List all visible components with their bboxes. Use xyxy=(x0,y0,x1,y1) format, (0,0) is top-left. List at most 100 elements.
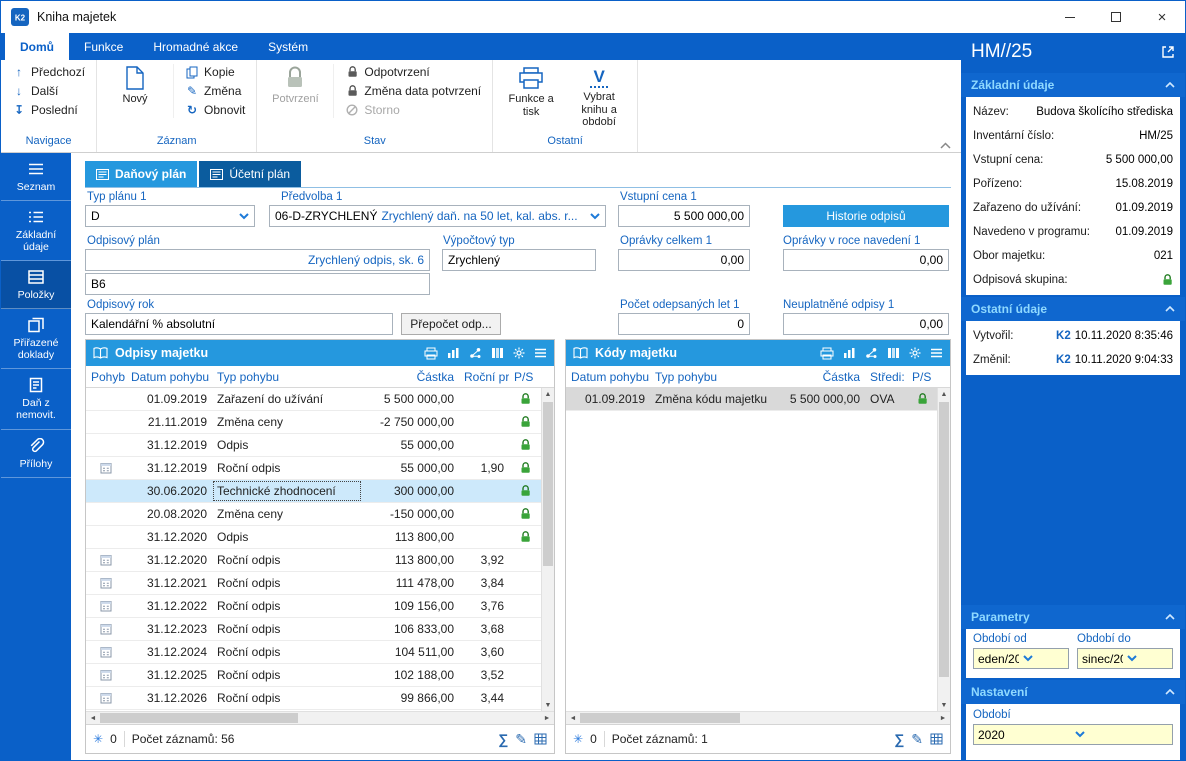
chevron-down-icon[interactable] xyxy=(590,212,600,220)
odpisovy-plan-name-field[interactable]: Zrychlený odpis, sk. 6 xyxy=(85,249,430,271)
scroll-right-icon[interactable]: ► xyxy=(936,715,950,722)
obdobi-select[interactable]: 2020 xyxy=(973,724,1173,745)
kody-horizontal-scrollbar[interactable]: ◄ ► xyxy=(566,711,950,724)
odpisy-table-row[interactable]: 21.11.2019 Změna ceny -2 750 000,00 xyxy=(86,411,541,434)
sidebar-item-dan-z-nemovit[interactable]: Daň z nemovit. xyxy=(1,369,71,430)
scrollbar-thumb[interactable] xyxy=(543,402,553,567)
predchozi-button[interactable]: ↑ Předchozí xyxy=(9,64,88,80)
expand-panel-icon[interactable] xyxy=(1161,45,1175,59)
obnovit-button[interactable]: ↻ Obnovit xyxy=(182,102,248,118)
col-datum-pohybu[interactable]: Datum pohybu xyxy=(126,366,212,387)
typ-planu-select[interactable]: D xyxy=(85,205,255,227)
columns-icon[interactable] xyxy=(887,347,900,359)
historie-odpisu-button[interactable]: Historie odpisů xyxy=(783,205,949,227)
posledni-button[interactable]: ↧ Poslední xyxy=(9,102,88,118)
scroll-down-icon[interactable]: ▼ xyxy=(542,699,554,711)
col-ps[interactable]: P/S xyxy=(509,366,541,387)
scrollbar-thumb[interactable] xyxy=(939,402,949,678)
section-parametry[interactable]: Parametry xyxy=(961,605,1185,629)
odpisy-table-row[interactable]: 31.12.2019 Roční odpis 55 000,00 1,90 xyxy=(86,457,541,480)
scroll-left-icon[interactable]: ◄ xyxy=(566,715,580,722)
zmena-data-potvrzeni-button[interactable]: Změna data potvrzení xyxy=(342,83,484,99)
opravky-navedeni-field[interactable]: 0,00 xyxy=(783,249,949,271)
obdobi-od-select[interactable]: eden/2020 xyxy=(973,648,1069,669)
chevron-down-icon[interactable] xyxy=(1023,655,1064,662)
scroll-down-icon[interactable]: ▼ xyxy=(938,699,950,711)
odpisy-table-row[interactable]: 31.12.2020 Odpis 113 800,00 xyxy=(86,526,541,549)
tab-system[interactable]: Systém xyxy=(253,33,323,60)
tab-funkce[interactable]: Funkce xyxy=(69,33,138,60)
odpisy-table-row[interactable]: 31.12.2024 Roční odpis 104 511,00 3,60 xyxy=(86,641,541,664)
scroll-up-icon[interactable]: ▲ xyxy=(542,388,554,400)
sidebar-item-prirazene-doklady[interactable]: Přiřazené doklady xyxy=(1,309,71,370)
tab-domu[interactable]: Domů xyxy=(5,33,69,60)
odpisy-horizontal-scrollbar[interactable]: ◄ ► xyxy=(86,711,554,724)
maximize-button[interactable] xyxy=(1093,1,1139,33)
pivot-icon[interactable] xyxy=(469,347,482,359)
sum-icon[interactable]: ∑ xyxy=(498,731,508,747)
chevron-down-icon[interactable] xyxy=(239,212,249,220)
col-pohyb[interactable]: Pohyb xyxy=(86,366,126,387)
settings-icon[interactable] xyxy=(513,347,525,359)
chevron-down-icon[interactable] xyxy=(1075,731,1168,738)
odpisy-table-row[interactable]: 31.12.2020 Roční odpis 113 800,00 3,92 xyxy=(86,549,541,572)
section-ostatni-udaje[interactable]: Ostatní údaje xyxy=(961,297,1185,321)
kody-table-row[interactable]: 01.09.2019 Změna kódu majetku 5 500 000,00… xyxy=(566,388,937,411)
odpisy-table-row[interactable]: 31.12.2025 Roční odpis 102 188,00 3,52 xyxy=(86,664,541,687)
odpisy-table-row[interactable]: 31.12.2023 Roční odpis 106 833,00 3,68 xyxy=(86,618,541,641)
section-nastaveni[interactable]: Nastavení xyxy=(961,680,1185,704)
settings-icon[interactable] xyxy=(909,347,921,359)
print-icon[interactable] xyxy=(820,347,834,360)
filter-icon[interactable]: ✳ xyxy=(573,732,583,746)
kody-vertical-scrollbar[interactable]: ▲ ▼ xyxy=(937,388,950,711)
print-icon[interactable] xyxy=(424,347,438,360)
section-zakladni-udaje[interactable]: Základní údaje xyxy=(961,73,1185,97)
sidebar-item-zakladni-udaje[interactable]: Základní údaje xyxy=(1,201,71,262)
filter-icon[interactable]: ✳ xyxy=(93,732,103,746)
scroll-right-icon[interactable]: ► xyxy=(540,715,554,722)
menu-icon[interactable] xyxy=(534,348,547,358)
odpisy-table-row[interactable]: 31.12.2022 Roční odpis 109 156,00 3,76 xyxy=(86,595,541,618)
export-grid-icon[interactable] xyxy=(534,733,547,745)
predvolba-select[interactable]: 06-D-ZRYCHLENÝ Zrychlený daň. na 50 let,… xyxy=(269,205,606,227)
chevron-down-icon[interactable] xyxy=(1127,655,1168,662)
minimize-button[interactable] xyxy=(1047,1,1093,33)
vypoctovy-typ-field[interactable]: Zrychlený xyxy=(442,249,596,271)
funkce-a-tisk-button[interactable]: Funkce a tisk xyxy=(501,64,561,118)
odpotvrzeni-button[interactable]: Odpotvrzení xyxy=(342,64,484,80)
neuplatnene-field[interactable]: 0,00 xyxy=(783,313,949,335)
sum-icon[interactable]: ∑ xyxy=(894,731,904,747)
col-stredisko[interactable]: Středi: xyxy=(865,366,907,387)
tab-danovy-plan[interactable]: Daňový plán xyxy=(85,161,198,187)
vybrat-knihu-button[interactable]: V Vybrat knihu a období xyxy=(569,64,629,129)
export-grid-icon[interactable] xyxy=(930,733,943,745)
sidebar-item-seznam[interactable]: Seznam xyxy=(1,153,71,202)
obdobi-do-select[interactable]: sinec/2020 xyxy=(1077,648,1173,669)
kopie-button[interactable]: Kopie xyxy=(182,64,248,80)
menu-icon[interactable] xyxy=(930,348,943,358)
sidebar-item-prilohy[interactable]: Přílohy xyxy=(1,430,71,478)
col-datum-pohybu[interactable]: Datum pohybu xyxy=(566,366,650,387)
odpisy-table-row[interactable]: 31.12.2021 Roční odpis 111 478,00 3,84 xyxy=(86,572,541,595)
tab-ucetni-plan[interactable]: Účetní plán xyxy=(199,161,302,187)
potvrzeni-button[interactable]: Potvrzení xyxy=(265,64,325,106)
odpisovy-rok-field[interactable]: Kalendářní % absolutní xyxy=(85,313,393,335)
odpisy-table-row[interactable]: 31.12.2019 Odpis 55 000,00 xyxy=(86,434,541,457)
scrollbar-thumb[interactable] xyxy=(580,713,741,723)
col-ps[interactable]: P/S xyxy=(907,366,937,387)
vstupni-cena-field[interactable]: 5 500 000,00 xyxy=(618,205,750,227)
dalsi-button[interactable]: ↓ Další xyxy=(9,83,88,99)
odpisovy-plan-code-field[interactable]: B6 xyxy=(85,273,430,295)
collapse-ribbon-button[interactable] xyxy=(940,142,951,149)
novy-button[interactable]: Nový xyxy=(105,64,165,106)
col-typ-pohybu[interactable]: Typ pohybu xyxy=(650,366,770,387)
columns-icon[interactable] xyxy=(491,347,504,359)
col-castka[interactable]: Částka xyxy=(362,366,459,387)
scroll-left-icon[interactable]: ◄ xyxy=(86,715,100,722)
zmena-button[interactable]: ✎ Změna xyxy=(182,83,248,99)
storno-button[interactable]: Storno xyxy=(342,102,484,118)
odpisy-table-row[interactable]: 31.12.2026 Roční odpis 99 866,00 3,44 xyxy=(86,687,541,710)
prepocet-button[interactable]: Přepočet odp... xyxy=(401,313,501,335)
odpisy-table-row[interactable]: 20.08.2020 Změna ceny -150 000,00 xyxy=(86,503,541,526)
edit-icon[interactable]: ✎ xyxy=(515,731,527,748)
